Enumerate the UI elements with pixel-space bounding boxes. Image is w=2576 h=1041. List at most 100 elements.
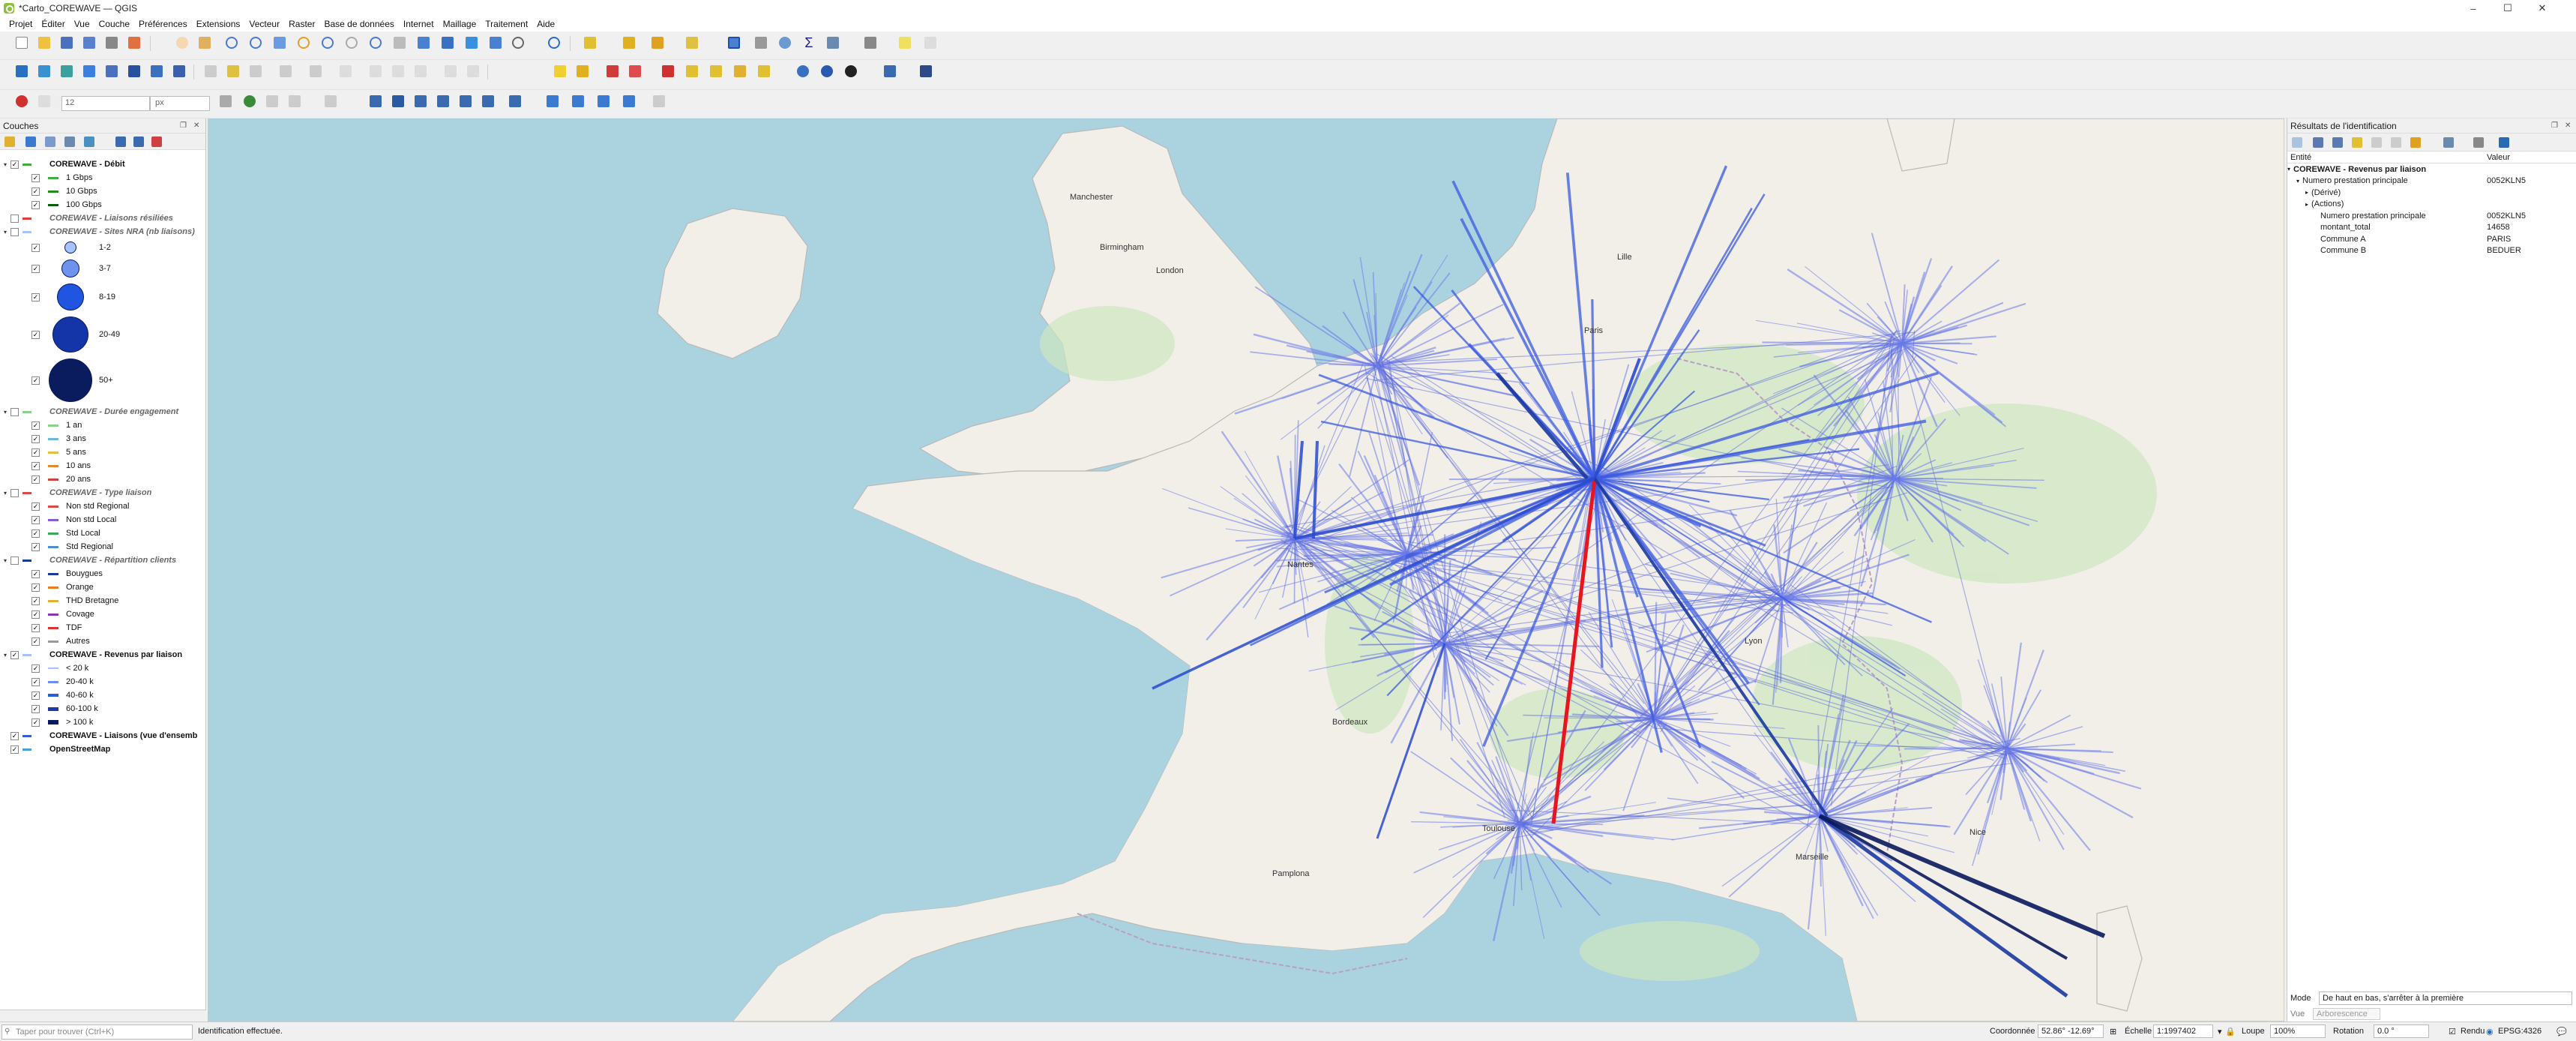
legend-item-checkbox[interactable]: ✓: [31, 292, 40, 302]
font-unit-select[interactable]: px: [150, 96, 210, 111]
legend-item-checkbox[interactable]: ✓: [31, 173, 40, 182]
expand-all-icon[interactable]: [115, 136, 126, 147]
legend-item-row[interactable]: ✓ Autres: [0, 634, 204, 648]
magnifier-field[interactable]: 100%: [2270, 1024, 2326, 1038]
legend-item-row[interactable]: ✓ 8-19: [0, 280, 204, 314]
offset-curve-icon[interactable]: [544, 93, 561, 110]
zoom-selection-icon[interactable]: [295, 34, 312, 51]
expand-arrow-icon[interactable]: ▾: [1, 161, 9, 168]
shape-ellipse-icon[interactable]: [457, 93, 474, 110]
legend-item-row[interactable]: ✓ Bouygues: [0, 567, 204, 580]
add-postgis-icon[interactable]: [148, 63, 165, 80]
legend-item-checkbox[interactable]: ✓: [31, 448, 40, 457]
add-raster-icon[interactable]: [58, 63, 75, 80]
legend-item-row[interactable]: ✓ 50+: [0, 356, 204, 405]
result-row[interactable]: Commune B BEDUER: [2287, 245, 2576, 257]
zoom-layer-icon[interactable]: [319, 34, 336, 51]
result-row[interactable]: ▾ COREWAVE - Revenus par liaison: [2287, 164, 2576, 176]
legend-item-checkbox[interactable]: ✓: [31, 264, 40, 273]
zoom-out-icon[interactable]: [247, 34, 264, 51]
scale-lock-icon[interactable]: 🔒: [2225, 1027, 2236, 1036]
label-move-icon[interactable]: [660, 63, 676, 80]
legend-item-row[interactable]: ✓ 40-60 k: [0, 688, 204, 702]
identify-mode-icon[interactable]: [2443, 137, 2454, 148]
curve-tool-icon[interactable]: [322, 93, 339, 110]
mode-select[interactable]: De haut en bas, s'arrêter à la première: [2319, 992, 2572, 1005]
toggle-extents-icon[interactable]: ⊞: [2110, 1027, 2116, 1036]
layers-horizontal-scrollbar[interactable]: [0, 1010, 206, 1022]
result-expand-arrow-icon[interactable]: ▾: [2287, 166, 2290, 172]
legend-item-row[interactable]: ✓ < 20 k: [0, 662, 204, 675]
label-show-icon[interactable]: [627, 63, 643, 80]
add-wms-icon[interactable]: [81, 63, 97, 80]
legend-item-row[interactable]: ✓ 1 an: [0, 418, 204, 432]
legend-item-checkbox[interactable]: ✓: [31, 610, 40, 619]
refresh-icon[interactable]: [546, 34, 562, 51]
results-help-icon[interactable]: [2499, 137, 2509, 148]
layer-visibility-checkbox[interactable]: [10, 407, 19, 416]
zoom-last-icon[interactable]: [367, 34, 384, 51]
filter-legend-icon[interactable]: [64, 136, 75, 147]
shape-point-icon[interactable]: [507, 93, 523, 110]
label-callout-icon[interactable]: [756, 63, 772, 80]
copy-feature-icon[interactable]: [2371, 137, 2382, 148]
shape-line-icon[interactable]: [367, 93, 384, 110]
annotation-icon[interactable]: [897, 34, 913, 51]
zoom-native-icon[interactable]: [343, 34, 360, 51]
collapse-tree-icon[interactable]: [2332, 137, 2343, 148]
menu-extensions[interactable]: Extensions: [192, 19, 245, 29]
add-delimited-text-icon[interactable]: [126, 63, 142, 80]
open-project-icon[interactable]: [36, 34, 52, 51]
font-size-input[interactable]: 12: [61, 96, 150, 111]
georeferencer-icon[interactable]: [843, 63, 859, 80]
result-expand-arrow-icon[interactable]: ▾: [2296, 178, 2299, 184]
menu-editer[interactable]: Éditer: [37, 19, 69, 29]
add-vector-icon[interactable]: [36, 63, 52, 80]
result-row[interactable]: montant_total 14658: [2287, 222, 2576, 234]
result-row[interactable]: Commune A PARIS: [2287, 233, 2576, 245]
layer-group-row[interactable]: ▾ ✓ COREWAVE - Revenus par liaison: [0, 648, 204, 662]
legend-item-checkbox[interactable]: ✓: [31, 502, 40, 511]
crs-globe-icon[interactable]: ◉: [2486, 1027, 2494, 1036]
shape-circle-icon[interactable]: [435, 93, 451, 110]
highlight-icon[interactable]: [2410, 137, 2421, 148]
legend-item-row[interactable]: ✓ 20-49: [0, 314, 204, 356]
menu-base-de-donnees[interactable]: Base de données: [319, 19, 398, 29]
trace-icon[interactable]: [241, 93, 258, 110]
legend-item-checkbox[interactable]: ✓: [31, 691, 40, 700]
maximize-button[interactable]: ☐: [2491, 0, 2525, 16]
layer-visibility-checkbox[interactable]: ✓: [10, 650, 19, 659]
label-rotate-icon[interactable]: [684, 63, 700, 80]
legend-item-checkbox[interactable]: ✓: [31, 704, 40, 713]
legend-item-checkbox[interactable]: ✓: [31, 569, 40, 578]
legend-item-row[interactable]: ✓ 3-7: [0, 256, 204, 280]
shape-poly-icon[interactable]: [390, 93, 406, 110]
legend-item-row[interactable]: ✓ Non std Local: [0, 513, 204, 526]
legend-item-row[interactable]: ✓ 20 ans: [0, 472, 204, 486]
fill-ring-icon[interactable]: [621, 93, 637, 110]
legend-item-row[interactable]: ✓ 3 ans: [0, 432, 204, 446]
legend-item-row[interactable]: ✓ Std Local: [0, 526, 204, 540]
result-expand-arrow-icon[interactable]: ▸: [2305, 201, 2308, 208]
menu-raster[interactable]: Raster: [284, 19, 319, 29]
label-diagram-icon[interactable]: [732, 63, 748, 80]
legend-item-row[interactable]: ✓ Orange: [0, 580, 204, 594]
clear-results-icon[interactable]: [2352, 137, 2362, 148]
legend-item-row[interactable]: ✓ > 100 k: [0, 716, 204, 729]
messages-icon[interactable]: 💬: [2557, 1027, 2567, 1036]
legend-item-checkbox[interactable]: ✓: [31, 376, 40, 385]
cad-tool-icon[interactable]: [217, 93, 234, 110]
zoom-in-icon[interactable]: [223, 34, 240, 51]
result-expand-arrow-icon[interactable]: ▸: [2305, 189, 2308, 196]
print-layout-icon[interactable]: [103, 34, 120, 51]
legend-item-row[interactable]: ✓ 60-100 k: [0, 702, 204, 716]
table-icon[interactable]: [825, 34, 841, 51]
collapse-all-icon[interactable]: [133, 136, 144, 147]
menu-vue[interactable]: Vue: [70, 19, 94, 29]
filter-icon[interactable]: [684, 34, 700, 51]
merge-icon[interactable]: [286, 93, 303, 110]
legend-item-row[interactable]: ✓ 10 ans: [0, 459, 204, 472]
legend-item-row[interactable]: ✓ Covage: [0, 608, 204, 621]
layer-group-row[interactable]: COREWAVE - Liaisons résiliées: [0, 212, 204, 225]
style-manager-icon[interactable]: [126, 34, 142, 51]
